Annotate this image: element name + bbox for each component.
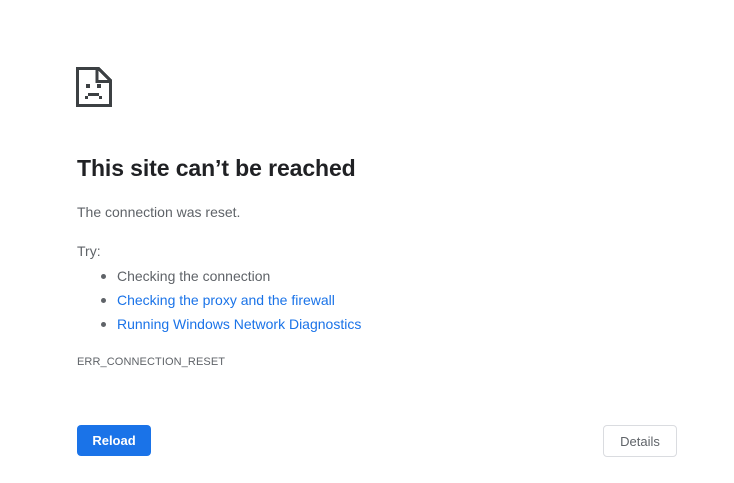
suggestions-list: Checking the connection Checking the pro… <box>77 266 361 338</box>
suggestion-check-proxy-firewall[interactable]: Checking the proxy and the firewall <box>77 290 361 314</box>
proxy-firewall-link[interactable]: Checking the proxy and the firewall <box>117 292 335 308</box>
error-summary: The connection was reset. <box>77 204 241 220</box>
reload-button[interactable]: Reload <box>77 425 151 456</box>
page-title: This site can’t be reached <box>77 155 356 181</box>
error-code: ERR_CONNECTION_RESET <box>77 356 226 368</box>
suggestion-text: Checking the connection <box>117 268 271 284</box>
network-diagnostics-link[interactable]: Running Windows Network Diagnostics <box>117 316 361 332</box>
try-label: Try: <box>77 243 101 259</box>
sad-page-icon <box>76 67 112 107</box>
suggestion-check-connection: Checking the connection <box>77 266 361 290</box>
suggestion-network-diagnostics[interactable]: Running Windows Network Diagnostics <box>77 314 361 338</box>
details-button[interactable]: Details <box>603 425 677 457</box>
error-page: This site can’t be reached The connectio… <box>0 0 734 483</box>
